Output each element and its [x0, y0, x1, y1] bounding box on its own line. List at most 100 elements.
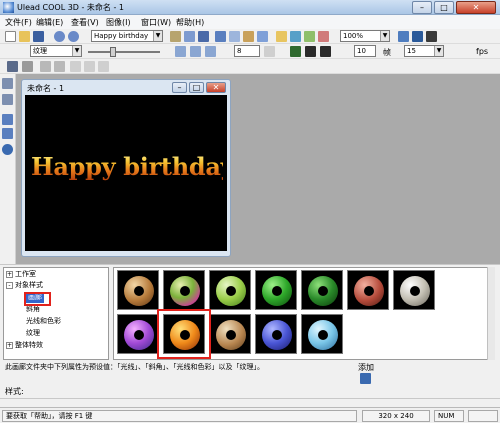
timeline-slider[interactable]: [88, 51, 160, 53]
gallery-highlight-box: [24, 292, 51, 306]
menu-edit[interactable]: 编辑(E): [36, 17, 63, 28]
tree-item-global-effects[interactable]: + 整体特效: [6, 340, 43, 351]
attribute-value: 纹理: [33, 47, 47, 55]
text-object-select[interactable]: Happy birthday ▼: [91, 30, 163, 42]
doc-close-button[interactable]: ✕: [206, 82, 226, 93]
color-icon[interactable]: [290, 31, 301, 42]
add-icon[interactable]: [360, 373, 371, 384]
pan-camera-icon[interactable]: [215, 31, 226, 42]
canvas[interactable]: Happy birthday: [25, 95, 235, 251]
collapse-icon[interactable]: -: [6, 281, 13, 289]
minimize-button[interactable]: –: [412, 1, 432, 14]
doc-maximize-button[interactable]: □: [189, 82, 204, 93]
stop-icon[interactable]: [320, 46, 331, 57]
menu-view[interactable]: 查看(V): [71, 17, 99, 28]
gallery-thumb[interactable]: [117, 314, 159, 354]
gallery-thumb[interactable]: [255, 270, 297, 310]
menu-window[interactable]: 窗口(W): [141, 17, 171, 28]
zoom-select[interactable]: 100% ▼: [340, 30, 390, 42]
left-toolbox: [0, 74, 16, 264]
gallery-thumb[interactable]: [393, 270, 435, 310]
zoom-camera-icon[interactable]: [243, 31, 254, 42]
fps-select[interactable]: 15 ▼: [404, 45, 444, 57]
help-pointer-icon[interactable]: [426, 31, 437, 42]
fps-label: fps: [476, 47, 489, 56]
gallery-thumb[interactable]: [117, 270, 159, 310]
texture-icon[interactable]: [304, 31, 315, 42]
align-left-icon[interactable]: [70, 61, 81, 72]
selected-thumb-highlight: [157, 309, 211, 359]
open-folder-icon[interactable]: [19, 31, 30, 42]
chevron-down-icon[interactable]: ▼: [72, 46, 81, 56]
torus-preview: [400, 276, 430, 306]
close-button[interactable]: ✕: [456, 1, 496, 14]
frame-field-value: 8: [237, 47, 242, 55]
chevron-down-icon[interactable]: ▼: [153, 31, 162, 41]
text-insert-icon[interactable]: [7, 61, 18, 72]
attribute-toolbar: 纹理 ▼ 8 10 帧 15 ▼ fps: [0, 44, 500, 59]
sphere-tool-icon[interactable]: [2, 144, 13, 155]
chevron-down-icon[interactable]: ▼: [434, 46, 443, 56]
light-icon[interactable]: [276, 31, 287, 42]
slider-thumb[interactable]: [110, 47, 116, 57]
gallery-thumb[interactable]: [347, 270, 389, 310]
keyframe-add-icon[interactable]: [175, 46, 186, 57]
status-help-text: 要获取「帮助」，请按 F1 键: [2, 410, 357, 422]
doc-minimize-button[interactable]: –: [172, 82, 187, 93]
align-right-icon[interactable]: [98, 61, 109, 72]
gallery-scrollbar[interactable]: [487, 267, 495, 360]
rotate-camera-icon[interactable]: [229, 31, 240, 42]
select-tool-icon[interactable]: [2, 78, 13, 89]
effect-icon[interactable]: [318, 31, 329, 42]
align-center-icon[interactable]: [84, 61, 95, 72]
tree-item-light-color[interactable]: 光线和色彩: [26, 316, 61, 327]
redo-icon[interactable]: [68, 31, 79, 42]
maximize-button[interactable]: □: [434, 1, 454, 14]
move-object-icon[interactable]: [170, 31, 181, 42]
object-tool-icon[interactable]: [2, 128, 13, 139]
gallery-thumb[interactable]: [301, 270, 343, 310]
gallery-thumb[interactable]: [301, 314, 343, 354]
undo-icon[interactable]: [54, 31, 65, 42]
torus-preview: [216, 276, 246, 306]
preview-icon[interactable]: [398, 31, 409, 42]
play-back-icon[interactable]: [290, 46, 301, 57]
menu-image[interactable]: 图像(I): [106, 17, 131, 28]
gallery-thumb[interactable]: [209, 270, 251, 310]
tree-item-label: 纹理: [26, 329, 40, 337]
resize-object-icon[interactable]: [198, 31, 209, 42]
gallery-thumb[interactable]: [255, 314, 297, 354]
bold-icon[interactable]: [40, 61, 51, 72]
menu-file[interactable]: 文件(F): [5, 17, 32, 28]
rotate-object-icon[interactable]: [184, 31, 195, 42]
status-empty-pane: [468, 410, 498, 422]
gallery-thumb[interactable]: [209, 314, 251, 354]
canvas-3d-text[interactable]: Happy birthday: [31, 152, 235, 181]
menu-help[interactable]: 帮助(H): [176, 17, 204, 28]
save-icon[interactable]: [33, 31, 44, 42]
zoom-value: 100%: [343, 32, 364, 40]
speed-field[interactable]: 10: [354, 45, 376, 57]
fps-select-value: 15: [407, 47, 416, 55]
expand-icon[interactable]: +: [6, 270, 13, 278]
italic-icon[interactable]: [54, 61, 65, 72]
tree-item-studio[interactable]: + 工作室: [6, 269, 36, 280]
keyframe-prev-icon[interactable]: [205, 46, 216, 57]
text-tool-icon[interactable]: [2, 94, 13, 105]
tree-item-texture[interactable]: 纹理: [26, 328, 40, 339]
spin-icon[interactable]: [264, 46, 275, 57]
new-file-icon[interactable]: [5, 31, 16, 42]
expand-icon[interactable]: +: [6, 341, 13, 349]
attribute-select[interactable]: 纹理 ▼: [30, 45, 82, 57]
shape-tool-icon[interactable]: [2, 114, 13, 125]
frame-field[interactable]: 8: [234, 45, 260, 57]
text-toolbar: [0, 59, 500, 74]
play-icon[interactable]: [305, 46, 316, 57]
tree-item-object-style[interactable]: - 对象样式: [6, 280, 43, 291]
keyframe-remove-icon[interactable]: [190, 46, 201, 57]
lens-icon[interactable]: [257, 31, 268, 42]
render-icon[interactable]: [412, 31, 423, 42]
text-edit-icon[interactable]: [22, 61, 33, 72]
chevron-down-icon[interactable]: ▼: [380, 31, 389, 41]
gallery-thumb[interactable]: [163, 270, 205, 310]
